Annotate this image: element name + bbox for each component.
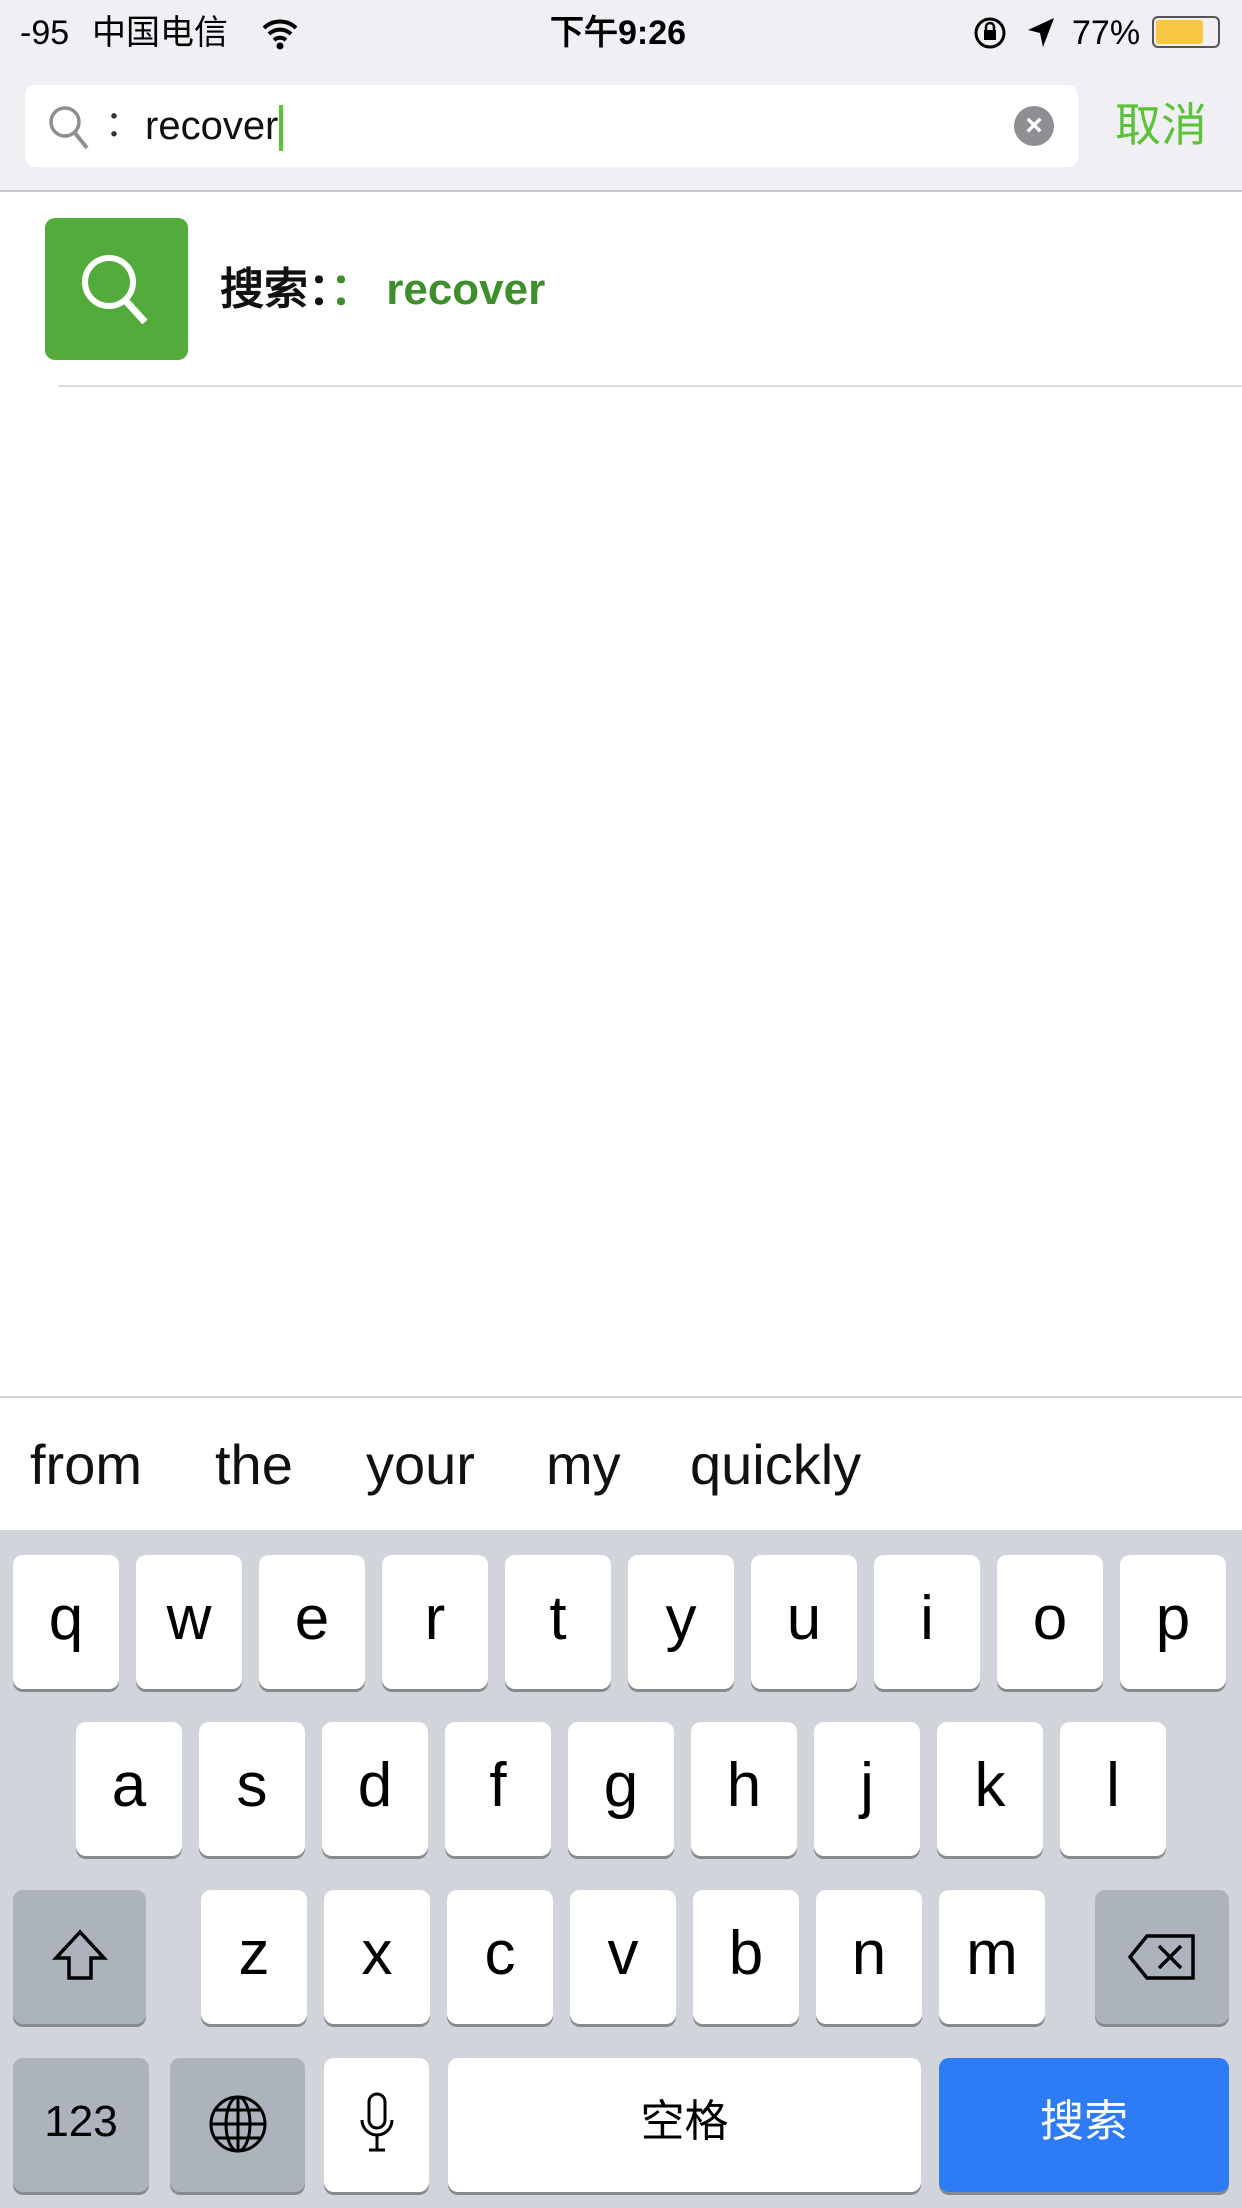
backspace-key[interactable] bbox=[1095, 1890, 1229, 2024]
suggestion[interactable]: your bbox=[366, 1398, 475, 1532]
key-p[interactable]: p bbox=[1120, 1555, 1226, 1689]
result-query: recover bbox=[386, 265, 546, 314]
key-n[interactable]: n bbox=[816, 1890, 922, 2024]
search-query[interactable]: recover bbox=[145, 104, 278, 148]
key-h[interactable]: h bbox=[691, 1722, 797, 1856]
battery-percent: 77% bbox=[1072, 14, 1141, 52]
clear-icon[interactable]: × bbox=[1014, 106, 1054, 146]
key-l[interactable]: l bbox=[1060, 1722, 1166, 1856]
key-a[interactable]: a bbox=[76, 1722, 182, 1856]
cancel-button[interactable]: 取消 bbox=[1115, 95, 1207, 155]
key-s[interactable]: s bbox=[199, 1722, 305, 1856]
key-j[interactable]: j bbox=[814, 1722, 920, 1856]
key-i[interactable]: i bbox=[874, 1555, 980, 1689]
shift-icon bbox=[51, 1929, 108, 1980]
search-result-text[interactable]: 搜索：： recover bbox=[220, 258, 545, 322]
globe-icon bbox=[209, 2095, 266, 2153]
key-x[interactable]: x bbox=[324, 1890, 430, 2024]
key-d[interactable]: d bbox=[322, 1722, 428, 1856]
key-q[interactable]: q bbox=[13, 1555, 119, 1689]
result-label: 搜索： bbox=[220, 265, 330, 314]
globe-key[interactable] bbox=[170, 2058, 305, 2192]
key-r[interactable]: r bbox=[382, 1555, 488, 1689]
search-icon[interactable] bbox=[45, 218, 188, 360]
suggestion[interactable]: the bbox=[215, 1398, 293, 1532]
header: -95 中国电信 下午9:26 77% ： recover × 取消 bbox=[0, 0, 1242, 192]
key-m[interactable]: m bbox=[939, 1890, 1045, 2024]
backspace-icon bbox=[1127, 1934, 1195, 1980]
divider bbox=[58, 385, 1242, 387]
search-prefix: ： bbox=[105, 103, 142, 144]
numbers-key[interactable]: 123 bbox=[13, 2058, 149, 2192]
location-icon bbox=[1026, 8, 1056, 58]
key-f[interactable]: f bbox=[445, 1722, 551, 1856]
result-colon: ： bbox=[330, 265, 374, 314]
key-c[interactable]: c bbox=[447, 1890, 553, 2024]
key-b[interactable]: b bbox=[693, 1890, 799, 2024]
key-o[interactable]: o bbox=[997, 1555, 1103, 1689]
microphone-icon bbox=[360, 2092, 393, 2152]
carrier: 中国电信 bbox=[92, 14, 228, 52]
suggestion[interactable]: from bbox=[30, 1398, 142, 1532]
key-z[interactable]: z bbox=[201, 1890, 307, 2024]
search-field[interactable]: ： recover × bbox=[25, 85, 1078, 167]
suggestion[interactable]: my bbox=[546, 1398, 621, 1532]
key-t[interactable]: t bbox=[505, 1555, 611, 1689]
key-u[interactable]: u bbox=[751, 1555, 857, 1689]
search-key[interactable]: 搜索 bbox=[939, 2058, 1229, 2192]
key-g[interactable]: g bbox=[568, 1722, 674, 1856]
suggestion-bar: from the your my quickly bbox=[0, 1396, 1242, 1530]
signal-strength: -95 bbox=[20, 14, 70, 52]
key-e[interactable]: e bbox=[259, 1555, 365, 1689]
shift-key[interactable] bbox=[13, 1890, 146, 2024]
space-key[interactable]: 空格 bbox=[448, 2058, 921, 2192]
key-w[interactable]: w bbox=[136, 1555, 242, 1689]
search-icon bbox=[47, 104, 91, 157]
battery-icon bbox=[1152, 16, 1220, 48]
key-v[interactable]: v bbox=[570, 1890, 676, 2024]
search-input[interactable]: recover bbox=[145, 85, 284, 167]
suggestion[interactable]: quickly bbox=[690, 1398, 861, 1532]
wifi-icon bbox=[260, 8, 300, 58]
orientation-lock-icon bbox=[972, 8, 1008, 58]
text-cursor bbox=[279, 105, 284, 152]
key-k[interactable]: k bbox=[937, 1722, 1043, 1856]
microphone-key[interactable] bbox=[324, 2058, 429, 2192]
key-y[interactable]: y bbox=[628, 1555, 734, 1689]
clock: 下午9:26 bbox=[550, 14, 687, 52]
